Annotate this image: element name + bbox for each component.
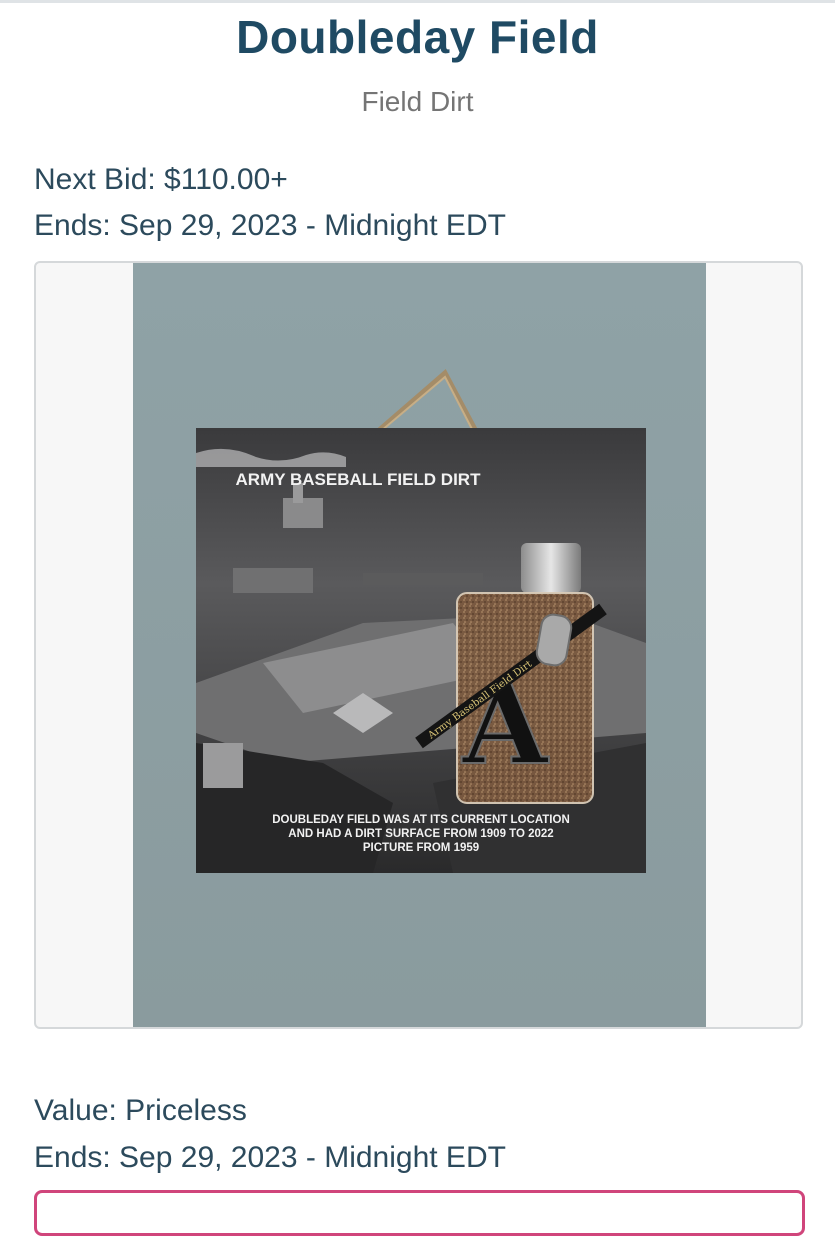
plaque-caption-3: PICTURE FROM 1959	[363, 842, 479, 854]
top-divider	[0, 0, 835, 3]
item-subtitle: Field Dirt	[361, 86, 474, 117]
plaque-caption-2: AND HAD A DIRT SURFACE FROM 1909 TO 2022	[288, 828, 553, 840]
item-image-card[interactable]: ARMY BASEBALL FIELD DIRT DOUBLEDAY FIELD…	[34, 261, 803, 1029]
end-time-repeat: Ends: Sep 29, 2023 - Midnight EDT	[34, 1141, 506, 1174]
plaque-illustration: ARMY BASEBALL FIELD DIRT DOUBLEDAY FIELD…	[133, 263, 706, 1027]
bid-button[interactable]	[34, 1190, 805, 1236]
item-photo[interactable]: ARMY BASEBALL FIELD DIRT DOUBLEDAY FIELD…	[133, 263, 706, 1027]
previous-title-fragment	[180, 0, 260, 6]
end-time: Ends: Sep 29, 2023 - Midnight EDT	[34, 209, 506, 242]
bottle-cap	[521, 543, 581, 593]
plaque-title: ARMY BASEBALL FIELD DIRT	[236, 470, 482, 489]
plaque-caption-1: DOUBLEDAY FIELD WAS AT ITS CURRENT LOCAT…	[272, 814, 570, 826]
item-value: Value: Priceless	[34, 1094, 247, 1127]
next-bid: Next Bid: $110.00+	[34, 163, 288, 196]
item-title: Doubleday Field	[236, 11, 599, 63]
